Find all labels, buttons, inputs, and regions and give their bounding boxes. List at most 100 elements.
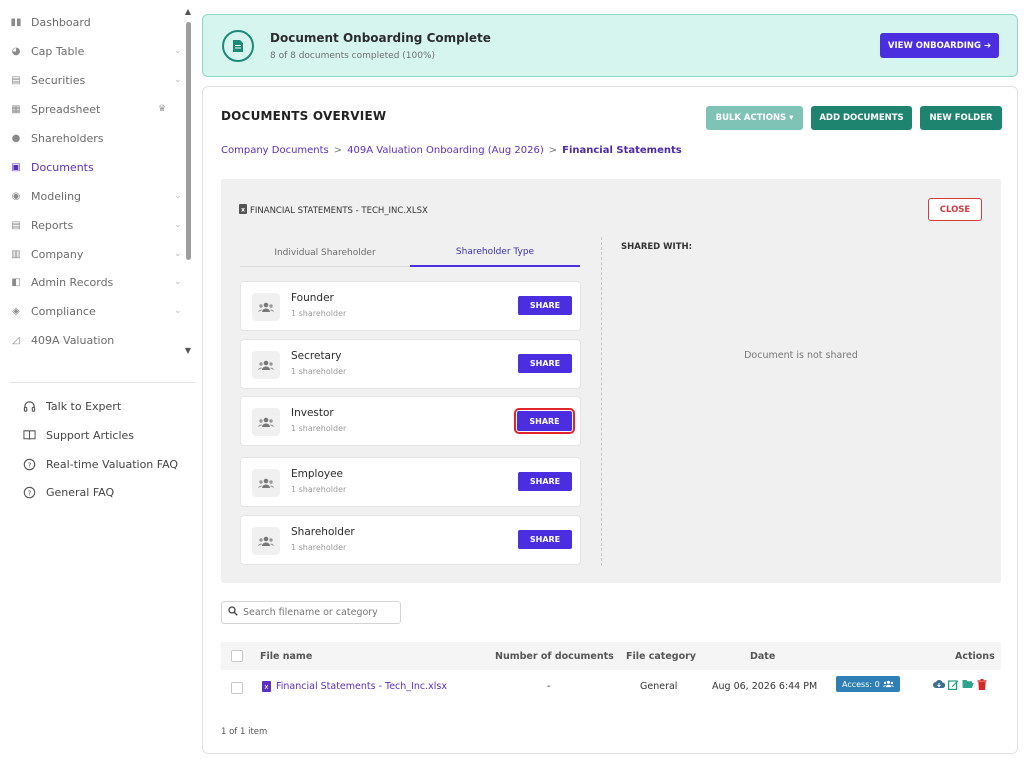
download-icon[interactable] [933, 679, 946, 692]
users-icon [252, 293, 280, 321]
sidebar-item-reports[interactable]: ▤ Reports ⌄ [0, 211, 186, 239]
sidebar-item-company[interactable]: ▥ Company ⌄ [0, 240, 186, 268]
table-row: x Financial Statements - Tech_Inc.xlsx -… [221, 673, 1001, 701]
sidebar-item-label: Spreadsheet [31, 102, 101, 116]
access-badge-label: Access: 0 [842, 679, 880, 689]
share-button-secretary[interactable]: SHARE [518, 354, 572, 373]
chevron-down-icon: ⌄ [174, 277, 182, 287]
column-header-actions: Actions [955, 651, 995, 662]
page-title: DOCUMENTS OVERVIEW [221, 109, 387, 123]
shareholder-type-name: Founder [291, 292, 334, 304]
users-icon [252, 527, 280, 555]
dashboard-icon: ▮▮ [10, 16, 22, 28]
table-header: File name Number of documents File categ… [221, 642, 1001, 670]
sidebar-item-label: Reports [31, 218, 74, 232]
sidebar-item-admin-records[interactable]: ◧ Admin Records ⌄ [0, 268, 186, 296]
new-folder-button[interactable]: NEW FOLDER [920, 106, 1002, 130]
select-all-checkbox[interactable] [231, 650, 243, 662]
shareholder-type-card-investor: Investor 1 shareholder SHARE [240, 396, 581, 446]
help-item-label: Talk to Expert [46, 399, 122, 413]
breadcrumb-company-documents[interactable]: Company Documents [221, 145, 329, 156]
shared-file-label: x FINANCIAL STATEMENTS - TECH_INC.XLSX [239, 204, 428, 217]
sidebar-item-compliance[interactable]: ◈ Compliance ⌄ [0, 297, 186, 325]
onboarding-banner: Document Onboarding Complete 8 of 8 docu… [202, 14, 1018, 77]
documents-overview-card: DOCUMENTS OVERVIEW BULK ACTIONS ▾ ADD DO… [202, 86, 1018, 754]
shareholder-type-name: Investor [291, 407, 334, 419]
sidebar-item-label: Shareholders [31, 131, 104, 145]
sidebar-item-409a-valuation[interactable]: ◿ 409A Valuation [0, 326, 186, 354]
shareholder-type-name: Secretary [291, 350, 342, 362]
users-icon [882, 680, 894, 688]
access-badge[interactable]: Access: 0 [836, 676, 900, 692]
breadcrumb-409a-onboarding[interactable]: 409A Valuation Onboarding (Aug 2026) [347, 145, 544, 156]
shareholder-type-card-shareholder: Shareholder 1 shareholder SHARE [240, 515, 581, 565]
shareholder-type-name: Shareholder [291, 526, 355, 538]
file-name-link[interactable]: x Financial Statements - Tech_Inc.xlsx [262, 681, 447, 692]
file-category-cell: General [640, 681, 678, 692]
chevron-down-icon: ⌄ [174, 191, 182, 201]
help-item-label: Real-time Valuation FAQ [46, 457, 179, 471]
share-button-founder[interactable]: SHARE [518, 296, 572, 315]
sidebar-item-documents[interactable]: ▣ Documents [0, 153, 186, 181]
column-header-file-name[interactable]: File name [260, 651, 312, 662]
svg-text:?: ? [27, 460, 31, 469]
help-item-label: General FAQ [46, 485, 115, 499]
share-button-shareholder[interactable]: SHARE [518, 530, 572, 549]
shareholder-type-name: Employee [291, 468, 344, 480]
realtime-valuation-faq-link[interactable]: ? Real-time Valuation FAQ [22, 455, 178, 473]
row-checkbox[interactable] [231, 682, 243, 694]
shareholder-type-card-secretary: Secretary 1 shareholder SHARE [240, 339, 581, 389]
file-name-cell: x Financial Statements - Tech_Inc.xlsx [262, 681, 447, 692]
chevron-down-icon: ⌄ [174, 306, 182, 316]
column-header-number-of-documents[interactable]: Number of documents [495, 651, 614, 662]
sidebar-item-securities[interactable]: ▤ Securities ⌄ [0, 66, 186, 94]
sidebar-item-modeling[interactable]: ◉ Modeling ⌄ [0, 182, 186, 210]
share-button-investor[interactable]: SHARE [514, 408, 575, 434]
banner-subtitle: 8 of 8 documents completed (100%) [270, 51, 436, 61]
general-faq-link[interactable]: ? General FAQ [22, 483, 114, 501]
sidebar-item-label: Cap Table [31, 44, 85, 58]
sidebar-item-cap-table[interactable]: ◕ Cap Table ⌄ [0, 37, 186, 65]
close-button[interactable]: CLOSE [928, 198, 982, 221]
valuation-icon: ◿ [12, 334, 20, 346]
sidebar-item-label: Compliance [31, 304, 96, 318]
tab-individual-shareholder[interactable]: Individual Shareholder [240, 239, 410, 267]
chevron-down-icon: ⌄ [174, 249, 182, 259]
sidebar-item-spreadsheet[interactable]: ▦ Spreadsheet ♛ [0, 95, 186, 123]
question-circle-icon: ? [22, 485, 36, 499]
column-header-file-category[interactable]: File category [626, 651, 696, 662]
add-documents-button[interactable]: ADD DOCUMENTS [811, 106, 912, 130]
crown-icon: ♛ [158, 104, 167, 114]
trash-icon[interactable] [977, 679, 987, 693]
num-documents-cell: - [547, 681, 551, 692]
users-icon [252, 469, 280, 497]
view-onboarding-button[interactable]: VIEW ONBOARDING ➔ [880, 33, 999, 58]
report-icon: ▤ [11, 219, 21, 231]
scroll-down-arrow-icon[interactable]: ▼ [184, 347, 192, 355]
scroll-up-arrow-icon[interactable]: ▲ [184, 8, 192, 16]
shared-with-label: SHARED WITH: [621, 242, 693, 252]
search-input[interactable] [243, 607, 393, 618]
edit-icon[interactable] [948, 679, 959, 693]
column-header-date[interactable]: Date [750, 651, 775, 662]
bulk-actions-button[interactable]: BULK ACTIONS ▾ [706, 106, 803, 130]
support-articles-link[interactable]: Support Articles [22, 426, 134, 444]
tab-shareholder-type[interactable]: Shareholder Type [410, 239, 580, 267]
chevron-down-icon: ⌄ [174, 75, 182, 85]
pie-chart-icon: ◕ [11, 45, 21, 57]
folder-open-icon[interactable] [962, 679, 974, 692]
share-button-employee[interactable]: SHARE [518, 472, 572, 491]
sidebar-scrollbar-thumb[interactable] [186, 22, 191, 260]
breadcrumb-separator: > [548, 145, 558, 156]
talk-to-expert-link[interactable]: Talk to Expert [22, 397, 121, 415]
sidebar-divider [10, 382, 196, 383]
shareholder-type-count: 1 shareholder [291, 543, 347, 552]
users-icon [252, 351, 280, 379]
breadcrumb: Company Documents > 409A Valuation Onboa… [221, 145, 682, 156]
records-icon: ◧ [11, 276, 21, 288]
sidebar-item-dashboard[interactable]: ▮▮ Dashboard [0, 8, 186, 36]
users-icon [252, 408, 280, 436]
sidebar-item-shareholders[interactable]: ● Shareholders [0, 124, 186, 152]
book-icon [22, 428, 36, 442]
not-shared-message: Document is not shared [744, 350, 858, 361]
